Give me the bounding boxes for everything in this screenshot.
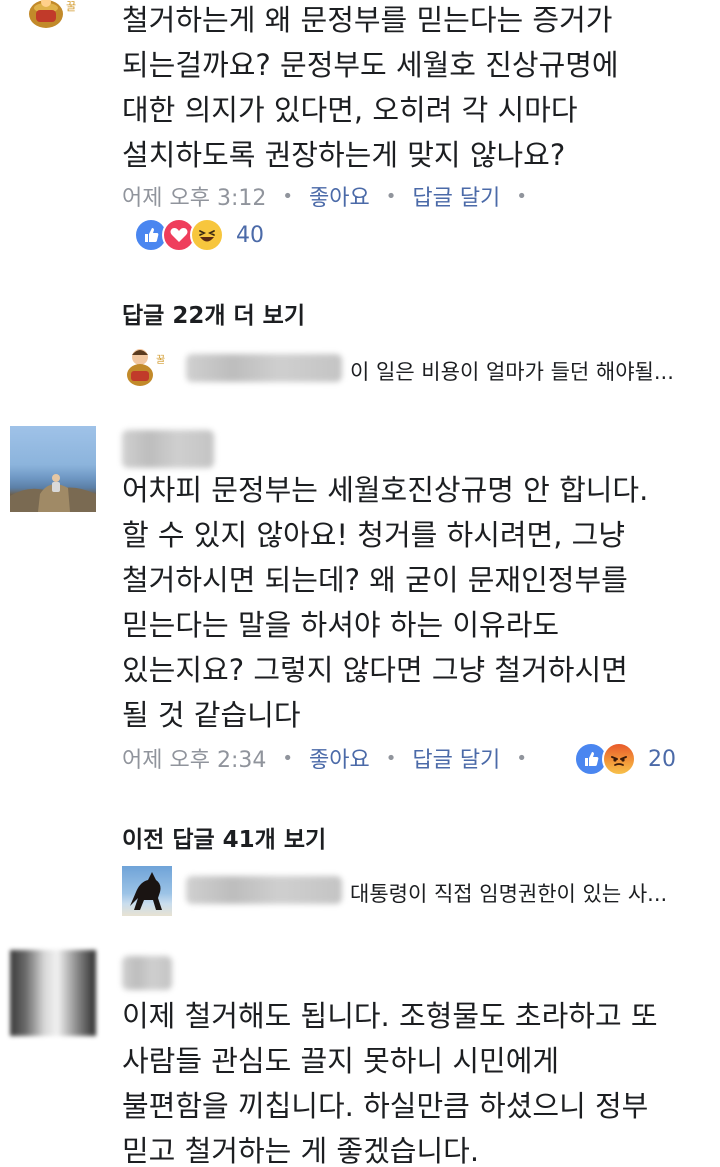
view-previous-replies-link[interactable]: 이전 답글 41개 보기	[122, 820, 326, 854]
reply-author-name[interactable]	[186, 876, 342, 904]
comment-3-author-name[interactable]	[122, 956, 172, 990]
comment-3-body: 이제 철거해도 됩니다. 조형물도 초라하고 또 사람들 관심도 끌지 못하니 …	[122, 994, 658, 1167]
like-button[interactable]: 좋아요	[309, 180, 370, 212]
comment-2-line: 믿는다는 말을 하셔야 하는 이유라도	[122, 608, 560, 642]
comment-3-line: 이제 철거해도 됩니다. 조형물도 초라하고 또	[122, 999, 658, 1033]
comment-2-line: 있는지요? 그렇지 않다면 그냥 철거하시면	[122, 653, 628, 687]
avatar-blurred[interactable]	[10, 950, 96, 1036]
svg-text:꿀: 꿀	[66, 0, 76, 13]
comment-3-line: 사람들 관심도 끌지 못하니 시민에게	[122, 1044, 560, 1078]
reply-author-name[interactable]	[186, 354, 342, 382]
pot-avatar-image: 꿀	[29, 0, 76, 28]
comment-1-body: 철거하는게 왜 문정부를 믿는다는 증거가 되는걸까요? 문정부도 세월호 진상…	[122, 0, 619, 178]
haha-icon	[190, 218, 224, 252]
reply-preview-text[interactable]: 대통령이 직접 임명권한이 있는 사...	[350, 878, 667, 908]
angry-icon	[602, 742, 636, 776]
avatar-sea[interactable]	[10, 426, 96, 512]
sea-avatar-image	[10, 474, 96, 512]
like-button[interactable]: 좋아요	[309, 742, 370, 774]
reply-avatar[interactable]	[122, 866, 172, 916]
reaction-count[interactable]: 20	[648, 747, 676, 772]
comment-2-line: 철거하시면 되는데? 왜 굳이 문재인정부를	[122, 563, 628, 597]
comment-2-line: 어차피 문정부는 세월호진상규명 안 합니다.	[122, 473, 649, 507]
comment-1-meta: 어제 오후 3:12 • 좋아요 • 답글 달기 •	[122, 180, 543, 212]
separator-dot: •	[516, 747, 527, 769]
comment-1-line: 대한 의지가 있다면, 오히려 각 시마다	[122, 93, 578, 127]
reply-button[interactable]: 답글 달기	[412, 742, 500, 774]
reply-preview-text[interactable]: 이 일은 비용이 얼마가 들던 해야될...	[350, 356, 674, 386]
comment-timestamp[interactable]: 어제 오후 2:34	[122, 742, 266, 774]
comment-2-line: 될 것 같습니다	[122, 698, 301, 732]
separator-dot: •	[385, 185, 397, 207]
comment-1-line: 설치하도록 권장하는게 맞지 않나요?	[122, 138, 566, 172]
comment-2-line: 할 수 있지 않아요! 청거를 하시려면, 그냥	[122, 518, 626, 552]
comment-2-author-name[interactable]	[122, 430, 214, 468]
pot-avatar-image: 꿀	[127, 349, 165, 386]
comment-3-line: 불편함을 끼칩니다. 하실만큼 하셨으니 정부	[122, 1089, 649, 1123]
reaction-count[interactable]: 40	[236, 223, 264, 248]
comment-1-reactions[interactable]: 40	[134, 218, 264, 252]
svg-text:꿀: 꿀	[156, 354, 165, 366]
comment-2-reactions[interactable]: 20	[574, 742, 676, 776]
separator-dot: •	[516, 185, 527, 207]
comment-1-line: 되는걸까요? 문정부도 세월호 진상규명에	[122, 48, 619, 82]
comment-timestamp[interactable]: 어제 오후 3:12	[122, 180, 266, 212]
reply-avatar[interactable]: 꿀	[122, 345, 170, 389]
comment-1-line: 철거하는게 왜 문정부를 믿는다는 증거가	[122, 3, 613, 37]
separator-dot: •	[282, 185, 293, 207]
avatar-pot[interactable]: 꿀	[22, 0, 78, 34]
comment-2-body: 어차피 문정부는 세월호진상규명 안 합니다. 할 수 있지 않아요! 청거를 …	[122, 468, 648, 738]
separator-dot: •	[385, 747, 397, 769]
separator-dot: •	[282, 747, 293, 769]
comment-2-meta: 어제 오후 2:34 • 좋아요 • 답글 달기 •	[122, 742, 543, 774]
view-more-replies-link[interactable]: 답글 22개 더 보기	[122, 296, 305, 330]
comment-3-line: 믿고 철거하는 게 좋겠습니다.	[122, 1134, 480, 1167]
horse-avatar-image	[130, 872, 162, 910]
reply-button[interactable]: 답글 달기	[412, 180, 500, 212]
